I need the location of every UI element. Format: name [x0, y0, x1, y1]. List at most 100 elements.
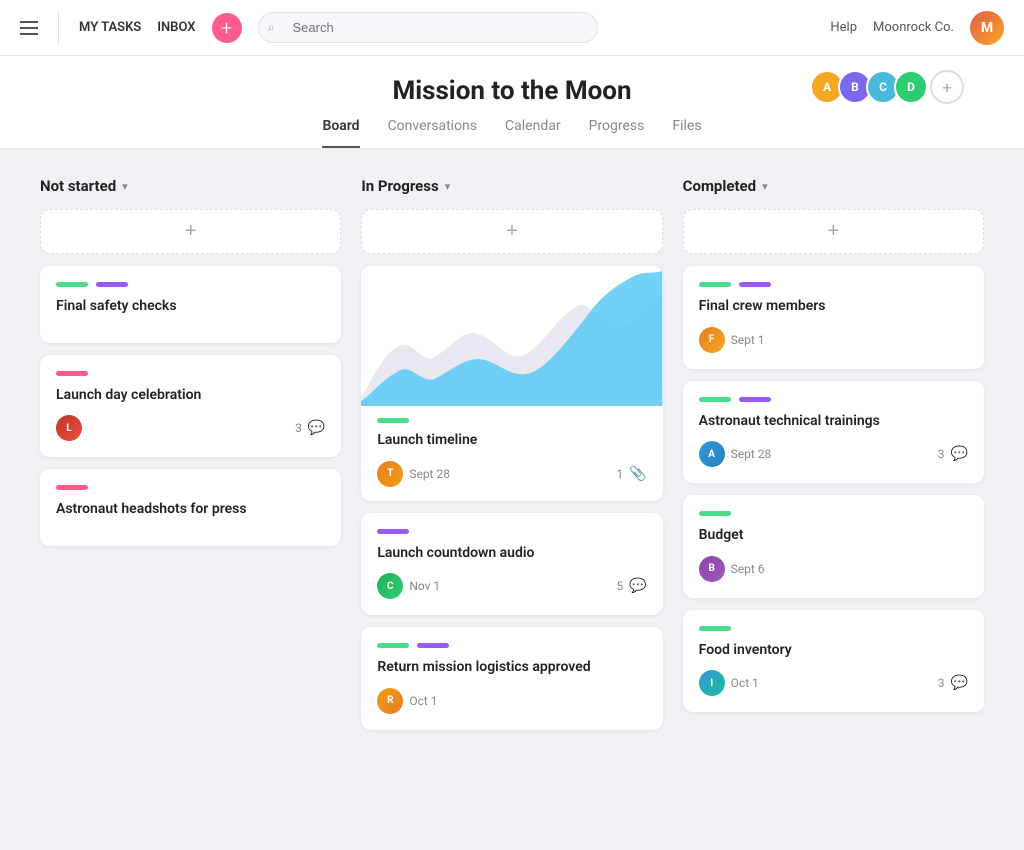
tag-pink [56, 371, 88, 376]
topnav: MY TASKS INBOX + ⌕ Help Moonrock Co. M [0, 0, 1024, 56]
comment-icon: 💬 [629, 578, 646, 594]
column-in-progress: In Progress ▾ + Launch timeline [361, 177, 662, 742]
search-input[interactable] [258, 12, 598, 43]
card-tags [56, 282, 325, 287]
card-footer: A Sept 28 3 💬 [699, 441, 968, 467]
tab-calendar[interactable]: Calendar [505, 118, 561, 148]
add-card-completed[interactable]: + [683, 209, 984, 254]
card-avatar: B [699, 556, 725, 582]
project-header-wrapper: Mission to the Moon A B C D + Board Conv… [0, 56, 1024, 149]
card-launch-countdown-audio: Launch countdown audio C Nov 1 5 💬 [361, 513, 662, 616]
tag-green [699, 282, 731, 287]
tag-purple [739, 282, 771, 287]
board: Not started ▾ + Final safety checks Laun… [0, 149, 1024, 770]
column-not-started: Not started ▾ + Final safety checks Laun… [40, 177, 341, 558]
card-actions: 3 💬 [938, 446, 968, 462]
card-tags [56, 485, 325, 490]
card-date: Sept 28 [409, 467, 450, 481]
card-footer: T Sept 28 1 📎 [377, 461, 646, 487]
column-title-not-started: Not started [40, 177, 116, 195]
card-tags [699, 511, 968, 516]
add-member-button[interactable]: + [930, 70, 964, 104]
nav-right: Help Moonrock Co. M [830, 11, 1004, 45]
card-actions: 3 💬 [295, 420, 325, 436]
nav-add-button[interactable]: + [212, 13, 242, 43]
search-icon: ⌕ [268, 20, 275, 35]
card-meta: B Sept 6 [699, 556, 765, 582]
nav-my-tasks[interactable]: MY TASKS [79, 20, 141, 35]
hamburger-menu[interactable] [20, 21, 38, 35]
comment-icon: 💬 [951, 446, 968, 462]
add-card-in-progress[interactable]: + [361, 209, 662, 254]
tag-purple [377, 529, 409, 534]
column-header-in-progress: In Progress ▾ [361, 177, 662, 195]
tag-purple [96, 282, 128, 287]
card-title-headshots: Astronaut headshots for press [56, 500, 325, 520]
tag-green [699, 397, 731, 402]
card-footer: R Oct 1 [377, 688, 646, 714]
tag-green [377, 643, 409, 648]
project-avatars-row: A B C D + [810, 70, 964, 104]
card-meta: A Sept 28 [699, 441, 772, 467]
card-tags [56, 371, 325, 376]
tab-files[interactable]: Files [672, 118, 701, 148]
card-actions: 3 💬 [938, 675, 968, 691]
card-date: Oct 1 [731, 676, 759, 690]
card-title-safety: Final safety checks [56, 297, 325, 317]
tag-pink [56, 485, 88, 490]
add-card-not-started[interactable]: + [40, 209, 341, 254]
card-astronaut-headshots: Astronaut headshots for press [40, 469, 341, 546]
column-title-completed: Completed [683, 177, 756, 195]
card-title-launch-timeline: Launch timeline [377, 431, 646, 451]
card-footer: C Nov 1 5 💬 [377, 573, 646, 599]
card-budget: Budget B Sept 6 [683, 495, 984, 598]
column-chevron-completed[interactable]: ▾ [762, 180, 768, 193]
card-actions: 1 📎 [616, 466, 646, 482]
card-astronaut-technical-trainings: Astronaut technical trainings A Sept 28 … [683, 381, 984, 484]
tab-board[interactable]: Board [322, 118, 359, 148]
card-avatar: I [699, 670, 725, 696]
card-comment-count: 3 [938, 676, 945, 690]
card-launch-day-celebration: Launch day celebration L 3 💬 [40, 355, 341, 458]
project-tabs: Board Conversations Calendar Progress Fi… [0, 118, 1024, 148]
card-meta: I Oct 1 [699, 670, 759, 696]
card-avatar: T [377, 461, 403, 487]
card-title-crew-members: Final crew members [699, 297, 968, 317]
column-title-in-progress: In Progress [361, 177, 438, 195]
nav-inbox[interactable]: INBOX [157, 20, 195, 35]
help-link[interactable]: Help [830, 20, 857, 35]
tab-conversations[interactable]: Conversations [388, 118, 477, 148]
card-date: Sept 1 [731, 333, 765, 347]
column-header-completed: Completed ▾ [683, 177, 984, 195]
column-chevron-in-progress[interactable]: ▾ [445, 180, 451, 193]
comment-icon: 💬 [308, 420, 325, 436]
project-header: Mission to the Moon A B C D + Board Conv… [0, 56, 1024, 149]
card-tags [377, 529, 646, 534]
user-avatar[interactable]: M [970, 11, 1004, 45]
tab-progress[interactable]: Progress [589, 118, 645, 148]
nav-search-container: ⌕ [258, 12, 598, 43]
column-chevron-not-started[interactable]: ▾ [122, 180, 128, 193]
card-title-budget: Budget [699, 526, 968, 546]
card-actions: 5 💬 [616, 578, 646, 594]
card-date: Oct 1 [409, 694, 437, 708]
card-date: Nov 1 [409, 579, 440, 593]
card-meta: T Sept 28 [377, 461, 450, 487]
card-final-safety-checks: Final safety checks [40, 266, 341, 343]
card-title-launch-day: Launch day celebration [56, 386, 325, 406]
card-comment-count: 5 [616, 579, 623, 593]
tag-green [377, 418, 409, 423]
card-meta: L [56, 415, 82, 441]
tag-green [699, 511, 731, 516]
card-return-mission-logistics: Return mission logistics approved R Oct … [361, 627, 662, 730]
card-tags [699, 397, 968, 402]
card-avatar: C [377, 573, 403, 599]
card-title-technical-trainings: Astronaut technical trainings [699, 412, 968, 432]
card-tags [699, 282, 968, 287]
tag-purple [417, 643, 449, 648]
card-title-return-mission: Return mission logistics approved [377, 658, 646, 678]
company-name: Moonrock Co. [873, 20, 954, 35]
project-avatar-3[interactable]: D [894, 70, 928, 104]
card-footer: L 3 💬 [56, 415, 325, 441]
card-meta: F Sept 1 [699, 327, 765, 353]
